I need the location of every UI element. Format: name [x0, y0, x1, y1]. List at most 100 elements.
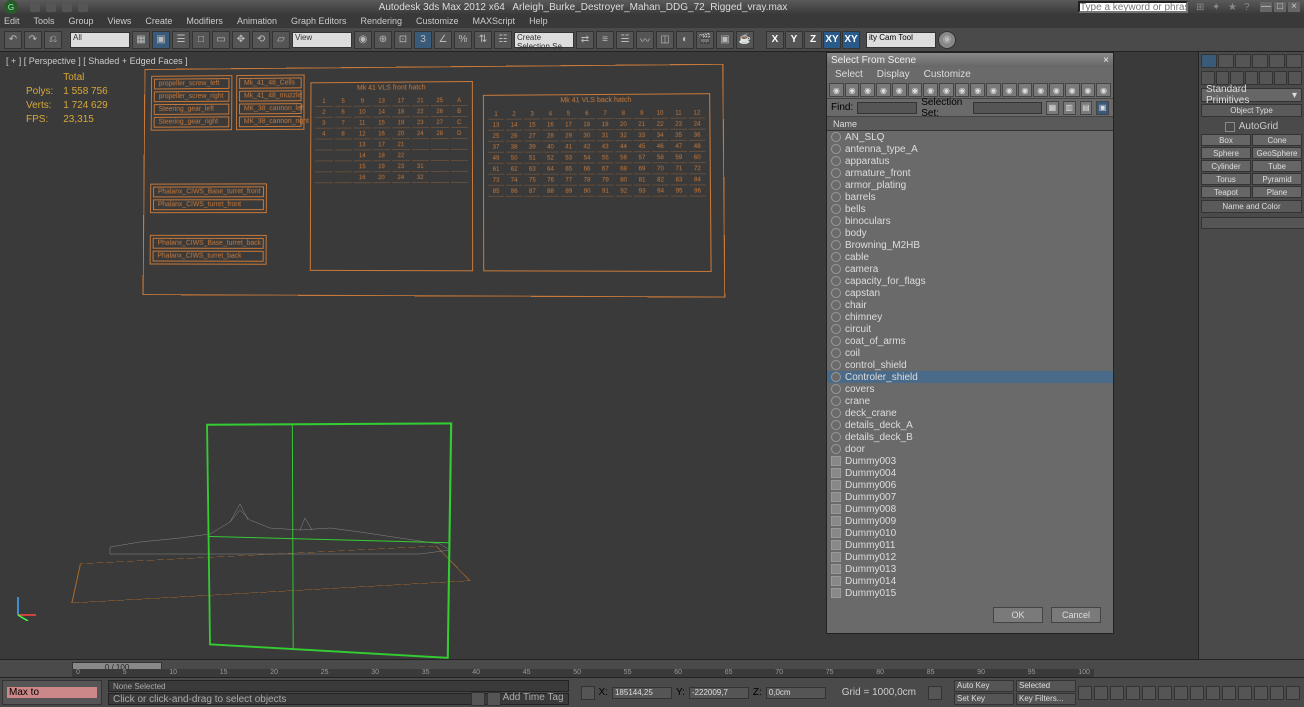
- geometry-icon[interactable]: [1201, 71, 1215, 85]
- list-item[interactable]: capacity_for_flags: [827, 275, 1113, 287]
- named-sel-icon[interactable]: ☷: [494, 31, 512, 49]
- qat-icon[interactable]: [46, 2, 56, 12]
- list-item[interactable]: binoculars: [827, 215, 1113, 227]
- help-icon[interactable]: ?: [1244, 2, 1254, 12]
- menu-modifiers[interactable]: Modifiers: [186, 16, 223, 26]
- primitive-geosphere[interactable]: GeoSphere: [1252, 147, 1302, 159]
- filter-icon[interactable]: ◉: [860, 83, 875, 97]
- list-item[interactable]: camera: [827, 263, 1113, 275]
- x-input[interactable]: [612, 687, 672, 699]
- qat-icon[interactable]: [78, 2, 88, 12]
- camera-dropdown[interactable]: ity Cam Tool: [866, 32, 936, 48]
- goto-end-icon[interactable]: [1142, 686, 1156, 700]
- nav-icon[interactable]: [1286, 686, 1300, 700]
- timeline[interactable]: 0 / 100 05101520253035404550556065707580…: [0, 659, 1304, 677]
- primitive-sphere[interactable]: Sphere: [1201, 147, 1251, 159]
- qat-icon[interactable]: [30, 2, 40, 12]
- name-color-rollout[interactable]: Name and Color: [1201, 200, 1302, 213]
- tool-icon[interactable]: ▣: [1096, 101, 1109, 115]
- layer-icon[interactable]: ☱: [616, 31, 634, 49]
- render-icon[interactable]: ☕: [736, 31, 754, 49]
- material-icon[interactable]: ◐: [676, 31, 694, 49]
- list-item[interactable]: control_shield: [827, 359, 1113, 371]
- angle-snap-icon[interactable]: ∠: [434, 31, 452, 49]
- filter-icon[interactable]: ◉: [845, 83, 860, 97]
- keyfilters-button[interactable]: Key Filters...: [1016, 693, 1076, 705]
- menu-views[interactable]: Views: [108, 16, 132, 26]
- list-item[interactable]: Dummy013: [827, 563, 1113, 575]
- nav-icon[interactable]: [1270, 686, 1284, 700]
- list-item[interactable]: Dummy007: [827, 491, 1113, 503]
- utilities-tab-icon[interactable]: [1286, 54, 1302, 68]
- tool-icon[interactable]: ▦: [1046, 101, 1059, 115]
- nav-icon[interactable]: [1254, 686, 1268, 700]
- list-item[interactable]: circuit: [827, 323, 1113, 335]
- lock-icon[interactable]: [471, 692, 485, 706]
- key-icon[interactable]: [928, 686, 942, 700]
- list-item[interactable]: Dummy004: [827, 467, 1113, 479]
- nav-icon[interactable]: [1222, 686, 1236, 700]
- rect-select-icon[interactable]: □: [192, 31, 210, 49]
- viewport-label[interactable]: [ + ] [ Perspective ] [ Shaded + Edged F…: [6, 56, 188, 66]
- list-item[interactable]: armature_front: [827, 167, 1113, 179]
- link-icon[interactable]: ⎌: [44, 31, 62, 49]
- axis-xy2[interactable]: XY: [842, 31, 860, 49]
- list-item[interactable]: AN_SLQ: [827, 131, 1113, 143]
- list-item[interactable]: bells: [827, 203, 1113, 215]
- list-item[interactable]: covers: [827, 383, 1113, 395]
- filter-icon[interactable]: ◉: [970, 83, 985, 97]
- time-ruler[interactable]: 0510152025303540455055606570758085909510…: [72, 669, 1094, 677]
- nav-icon[interactable]: [1238, 686, 1252, 700]
- next-frame-icon[interactable]: [1126, 686, 1140, 700]
- time-config-icon[interactable]: [1158, 686, 1172, 700]
- primitive-tube[interactable]: Tube: [1252, 160, 1302, 172]
- curve-editor-icon[interactable]: 〰: [636, 31, 654, 49]
- list-item[interactable]: antenna_type_A: [827, 143, 1113, 155]
- setkey-button[interactable]: Set Key: [954, 693, 1014, 705]
- nav-icon[interactable]: [1174, 686, 1188, 700]
- filter-icon[interactable]: ◉: [1002, 83, 1017, 97]
- list-item[interactable]: barrels: [827, 191, 1113, 203]
- keymode-dropdown[interactable]: Selected: [1016, 680, 1076, 692]
- tool-icon[interactable]: ▤: [1080, 101, 1093, 115]
- list-item[interactable]: capstan: [827, 287, 1113, 299]
- render-setup-icon[interactable]: 🎬: [696, 31, 714, 49]
- filter-icon[interactable]: ◉: [923, 83, 938, 97]
- align-icon[interactable]: ≡: [596, 31, 614, 49]
- time-tag[interactable]: Add Time Tag: [503, 692, 564, 706]
- filter-icon[interactable]: ◉: [1018, 83, 1033, 97]
- menu-maxscript[interactable]: MAXScript: [473, 16, 516, 26]
- icon[interactable]: ✦: [1212, 2, 1222, 12]
- icon[interactable]: ★: [1228, 2, 1238, 12]
- list-item[interactable]: apparatus: [827, 155, 1113, 167]
- close-icon[interactable]: ×: [1103, 55, 1109, 66]
- app-icon[interactable]: G: [4, 0, 18, 14]
- tag-icon[interactable]: [487, 692, 501, 706]
- pivot-icon[interactable]: ◉: [354, 31, 372, 49]
- z-input[interactable]: [766, 687, 826, 699]
- shapes-icon[interactable]: [1216, 71, 1230, 85]
- minimize-button[interactable]: —: [1260, 2, 1272, 12]
- list-item[interactable]: Browning_M2HB: [827, 239, 1113, 251]
- list-item[interactable]: body: [827, 227, 1113, 239]
- scene-object-list[interactable]: AN_SLQantenna_type_Aapparatusarmature_fr…: [827, 131, 1113, 601]
- cameras-icon[interactable]: [1245, 71, 1259, 85]
- abs-rel-icon[interactable]: [581, 686, 595, 700]
- axis-xy[interactable]: XY: [823, 31, 841, 49]
- y-input[interactable]: [689, 687, 749, 699]
- filter-icon[interactable]: ◉: [908, 83, 923, 97]
- spacewarps-icon[interactable]: [1274, 71, 1288, 85]
- dlg-menu-select[interactable]: Select: [835, 69, 863, 80]
- select-icon[interactable]: ▣: [152, 31, 170, 49]
- menu-tools[interactable]: Tools: [34, 16, 55, 26]
- redo-icon[interactable]: ↷: [24, 31, 42, 49]
- nav-icon[interactable]: [1190, 686, 1204, 700]
- axis-y[interactable]: Y: [785, 31, 803, 49]
- column-header[interactable]: Name: [827, 117, 1113, 131]
- filter-dropdown[interactable]: All: [70, 32, 130, 48]
- filter-icon[interactable]: ◉: [1081, 83, 1096, 97]
- primitive-cylinder[interactable]: Cylinder: [1201, 160, 1251, 172]
- list-item[interactable]: Dummy015: [827, 587, 1113, 599]
- menu-help[interactable]: Help: [529, 16, 548, 26]
- dlg-menu-customize[interactable]: Customize: [924, 69, 971, 80]
